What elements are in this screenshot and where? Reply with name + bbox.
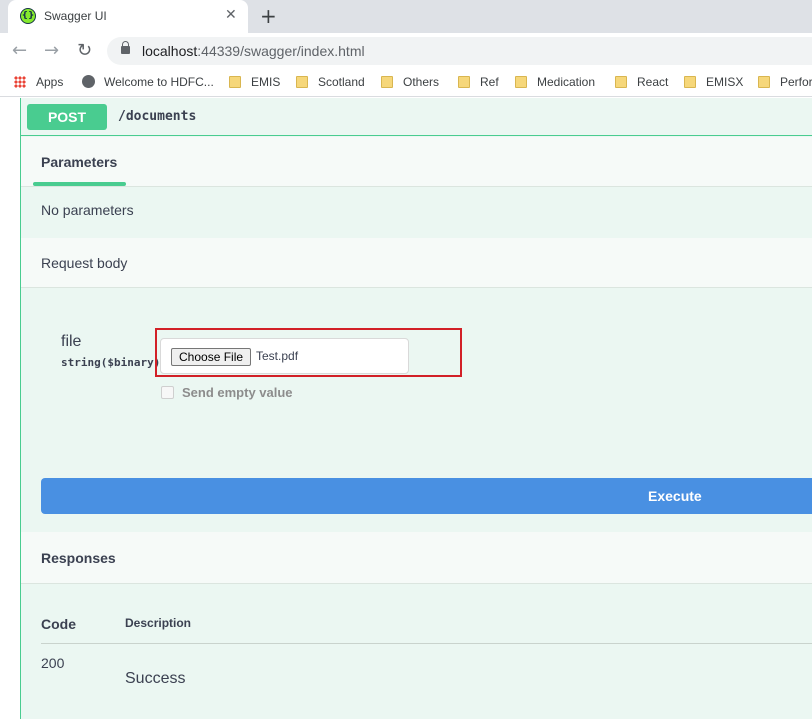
table-divider bbox=[41, 643, 812, 644]
send-empty-value-checkbox[interactable] bbox=[161, 386, 174, 399]
bookmarks-bar: Apps Welcome to HDFC... EMIS Scotland Ot… bbox=[0, 69, 812, 97]
operation-path: /documents bbox=[118, 109, 197, 124]
post-opblock: POST /documents Parameters No parameters… bbox=[20, 98, 812, 719]
bookmark-perfor[interactable]: Perfor bbox=[758, 75, 812, 89]
bookmark-hdfc[interactable]: Welcome to HDFC... bbox=[82, 75, 214, 89]
new-tab-button[interactable]: + bbox=[260, 4, 277, 28]
parameters-header: Parameters bbox=[21, 137, 812, 187]
operation-summary[interactable]: POST /documents bbox=[21, 98, 812, 136]
tab-strip: {} Swagger UI ✕ + bbox=[0, 0, 812, 33]
close-tab-icon[interactable]: ✕ bbox=[225, 7, 237, 23]
param-name: file bbox=[61, 333, 82, 350]
responses-title: Responses bbox=[41, 550, 116, 566]
send-empty-value-label: Send empty value bbox=[182, 385, 293, 400]
bookmark-apps[interactable]: Apps bbox=[14, 75, 63, 89]
responses-header: Responses bbox=[21, 532, 812, 584]
globe-icon bbox=[82, 75, 95, 88]
url-text[interactable]: localhost:44339/swagger/index.html bbox=[142, 43, 365, 59]
lock-icon[interactable] bbox=[121, 41, 130, 54]
column-header-code: Code bbox=[41, 616, 76, 632]
folder-icon bbox=[229, 76, 241, 88]
folder-icon bbox=[684, 76, 696, 88]
browser-toolbar: ← → ↻ localhost:44339/swagger/index.html bbox=[0, 33, 812, 69]
folder-icon bbox=[515, 76, 527, 88]
response-description: Success bbox=[125, 670, 186, 687]
bookmark-medication[interactable]: Medication bbox=[515, 75, 595, 89]
bookmark-emis[interactable]: EMIS bbox=[229, 75, 280, 89]
tab-title: Swagger UI bbox=[44, 9, 107, 23]
folder-icon bbox=[458, 76, 470, 88]
tab-active-indicator bbox=[33, 182, 126, 186]
selected-file-name: Test.pdf bbox=[256, 349, 299, 363]
browser-tab[interactable]: {} Swagger UI ✕ bbox=[8, 0, 248, 33]
tab-parameters[interactable]: Parameters bbox=[41, 154, 117, 170]
file-input[interactable]: Choose File Test.pdf bbox=[160, 338, 409, 374]
swagger-favicon-icon: {} bbox=[20, 8, 36, 24]
response-code: 200 bbox=[41, 655, 65, 671]
bookmark-others[interactable]: Others bbox=[381, 75, 439, 89]
folder-icon bbox=[758, 76, 770, 88]
request-body-title: Request body bbox=[41, 255, 128, 271]
folder-icon bbox=[381, 76, 393, 88]
execute-button[interactable]: Execute bbox=[41, 478, 812, 514]
method-badge: POST bbox=[27, 104, 107, 130]
no-parameters-text: No parameters bbox=[41, 202, 134, 218]
param-type: string($binary) bbox=[61, 356, 161, 369]
apps-grid-icon bbox=[14, 76, 26, 88]
choose-file-button[interactable]: Choose File bbox=[171, 348, 252, 366]
bookmark-scotland[interactable]: Scotland bbox=[296, 75, 365, 89]
bookmark-ref[interactable]: Ref bbox=[458, 75, 499, 89]
folder-icon bbox=[615, 76, 627, 88]
send-empty-value-option[interactable]: Send empty value bbox=[161, 385, 293, 400]
bookmark-react[interactable]: React bbox=[615, 75, 668, 89]
column-header-description: Description bbox=[125, 616, 192, 630]
forward-arrow-icon[interactable]: → bbox=[44, 40, 59, 61]
request-body-header: Request body bbox=[21, 238, 812, 288]
bookmark-emisx[interactable]: EMISX bbox=[684, 75, 743, 89]
address-bar[interactable]: localhost:44339/swagger/index.html bbox=[107, 37, 812, 65]
swagger-page: POST /documents Parameters No parameters… bbox=[0, 98, 812, 719]
reload-icon[interactable]: ↻ bbox=[77, 40, 92, 61]
folder-icon bbox=[296, 76, 308, 88]
back-arrow-icon[interactable]: ← bbox=[12, 40, 27, 61]
execute-label: Execute bbox=[648, 488, 702, 504]
